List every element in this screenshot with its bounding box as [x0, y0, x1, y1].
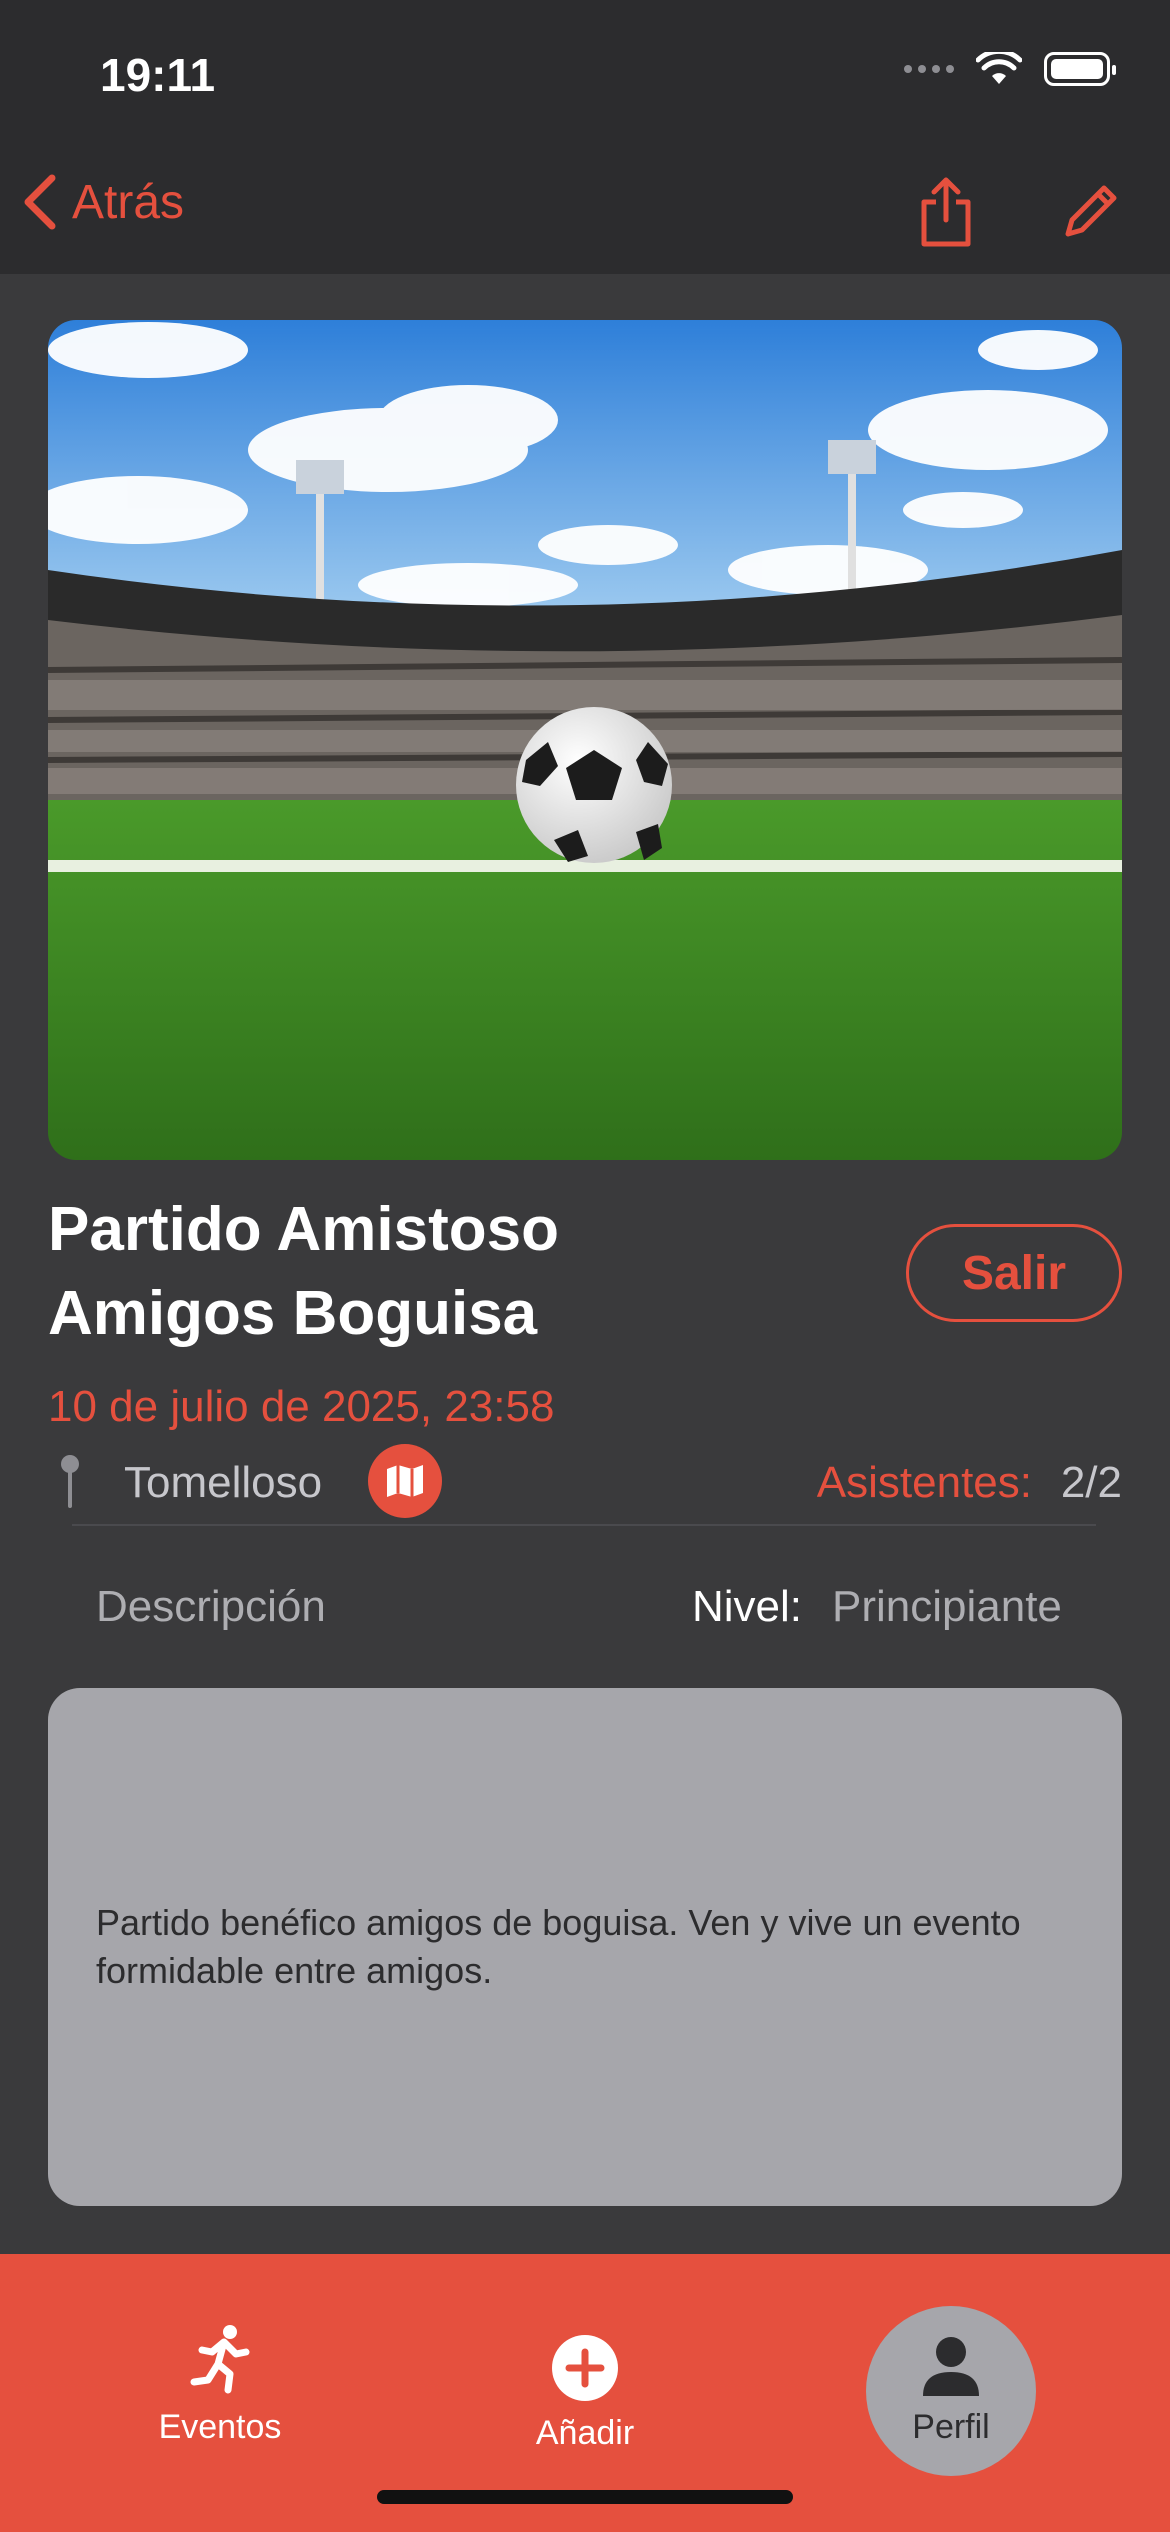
event-image [48, 320, 1122, 1160]
back-button[interactable]: Atrás [22, 174, 184, 230]
running-icon [190, 2325, 250, 2394]
description-box: Partido benéfico amigos de boguisa. Ven … [48, 1688, 1122, 2206]
level-value: Principiante [832, 1582, 1062, 1631]
pin-icon [61, 1455, 79, 1508]
share-button[interactable] [906, 172, 986, 252]
chevron-left-icon [24, 174, 56, 230]
tab-profile-label: Perfil [912, 2407, 990, 2446]
cellular-signal-icon [904, 65, 954, 73]
back-label: Atrás [72, 175, 185, 229]
person-icon [923, 2336, 979, 2396]
attendees-count: 2/2 [1060, 1458, 1122, 1507]
status-icons [904, 52, 1116, 86]
navigation-bar: Atrás [0, 150, 1170, 274]
home-indicator [377, 2490, 793, 2504]
level-label: Nivel: [692, 1582, 803, 1631]
open-map-button[interactable] [368, 1444, 442, 1518]
battery-icon [1044, 52, 1116, 86]
status-time: 19:11 [100, 49, 216, 101]
event-location: Tomelloso [124, 1458, 323, 1507]
tab-events[interactable]: Eventos [130, 2324, 310, 2447]
leave-button[interactable]: Salir [906, 1224, 1122, 1322]
tab-events-label: Eventos [158, 2408, 282, 2446]
divider [72, 1524, 1096, 1526]
description-label: Descripción [96, 1582, 326, 1631]
status-bar: 19:11 [0, 0, 1170, 150]
tab-add[interactable]: Añadir [495, 2334, 675, 2453]
tab-add-label: Añadir [535, 2414, 635, 2452]
wifi-icon [976, 52, 1022, 84]
event-title: Partido Amistoso Amigos Boguisa [48, 1195, 559, 1348]
pencil-icon [1065, 185, 1117, 237]
event-datetime: 10 de julio de 2025, 23:58 [48, 1382, 555, 1431]
edit-button[interactable] [1050, 172, 1130, 252]
attendees-label: Asistentes: [816, 1458, 1032, 1507]
plus-circle-icon [552, 2335, 618, 2401]
stadium-illustration [48, 320, 1122, 1160]
location-row: Tomelloso Asistentes: 2/2 [48, 1444, 1122, 1518]
description-text: Partido benéfico amigos de boguisa. Ven … [96, 1902, 1021, 1991]
tab-profile[interactable]: Perfil [866, 2306, 1036, 2476]
share-icon [921, 177, 971, 247]
map-icon [387, 1465, 423, 1497]
